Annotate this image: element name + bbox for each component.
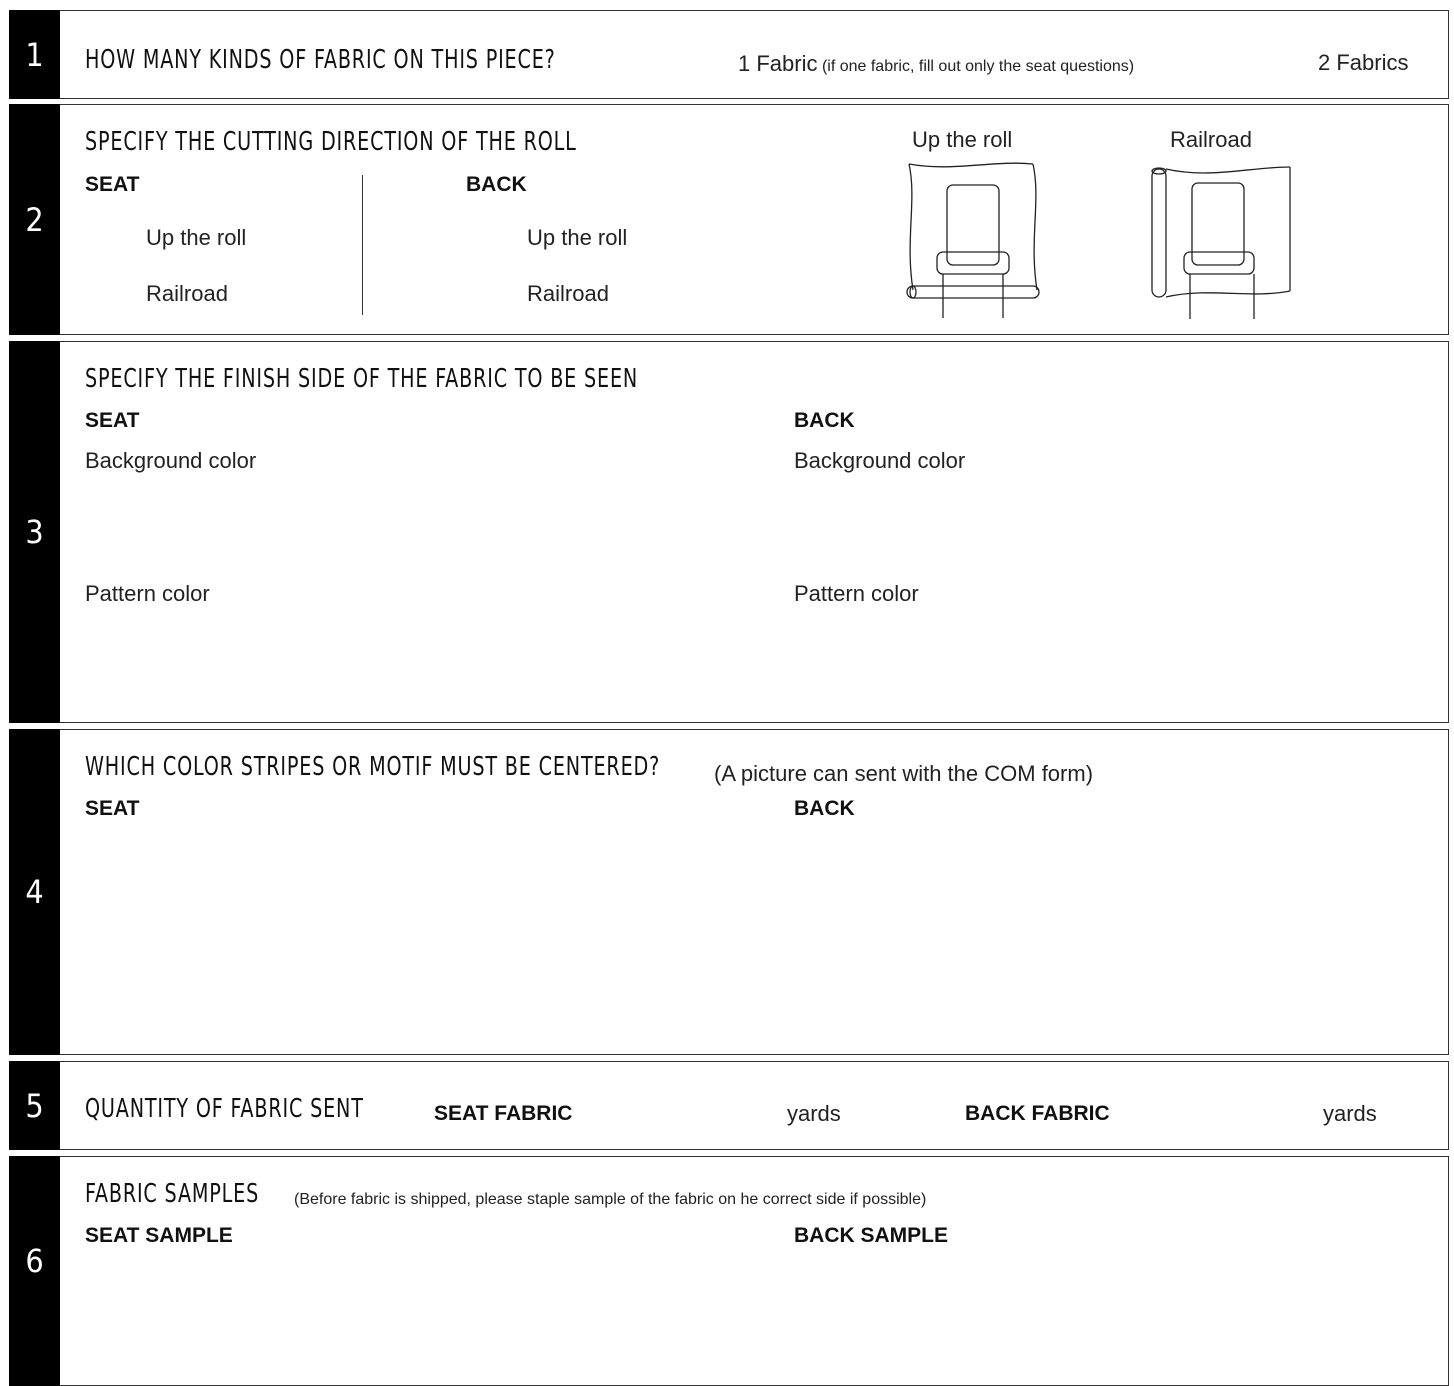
back-label: BACK [466, 173, 527, 196]
section-number: 3 [9, 341, 60, 723]
illustration-label-up-the-roll: Up the roll [912, 127, 1013, 152]
option-one-label: 1 Fabric [738, 51, 818, 76]
back-pattern-color-field[interactable]: Pattern color [794, 581, 919, 607]
heading-note: (Before fabric is shipped, please staple… [294, 1191, 927, 1208]
seat-fabric-unit: yards [787, 1101, 841, 1126]
seat-fabric-quantity-field[interactable] [610, 1098, 780, 1128]
section-heading: SPECIFY THE FINISH SIDE OF THE FABRIC TO… [85, 364, 639, 394]
chair-on-roll-railroad-icon [1151, 166, 1291, 319]
section-centered-motif: 4 WHICH COLOR STRIPES OR MOTIF MUST BE C… [9, 729, 1449, 1055]
illustration-label-railroad: Railroad [1170, 127, 1252, 152]
seat-sample-label: SEAT SAMPLE [85, 1224, 233, 1247]
back-label: BACK [794, 409, 855, 432]
back-option-up-the-roll[interactable]: Up the roll [527, 225, 627, 251]
section-finish-side: 3 SPECIFY THE FINISH SIDE OF THE FABRIC … [9, 341, 1449, 723]
seat-label: SEAT [85, 797, 140, 820]
back-fabric-unit: yards [1323, 1101, 1377, 1126]
section-number: 6 [9, 1156, 60, 1386]
seat-background-color-field[interactable]: Background color [85, 448, 256, 474]
back-sample-label: BACK SAMPLE [794, 1224, 949, 1247]
section-heading: WHICH COLOR STRIPES OR MOTIF MUST BE CEN… [85, 752, 661, 782]
section-number: 5 [9, 1061, 60, 1150]
section-heading: FABRIC SAMPLES [85, 1179, 260, 1209]
heading-note: (A picture can sent with the COM form) [714, 761, 1094, 786]
back-motif-field[interactable] [794, 830, 1434, 1030]
section-cutting-direction: 2 SPECIFY THE CUTTING DIRECTION OF THE R… [9, 104, 1449, 335]
section-fabric-count: 1 HOW MANY KINDS OF FABRIC ON THIS PIECE… [9, 10, 1449, 99]
section-fabric-samples: 6 FABRIC SAMPLES (Before fabric is shipp… [9, 1156, 1449, 1386]
seat-fabric-label: SEAT FABRIC [434, 1102, 573, 1125]
seat-pattern-color-field[interactable]: Pattern color [85, 581, 210, 607]
section-heading: QUANTITY OF FABRIC SENT [85, 1094, 364, 1124]
back-fabric-label: BACK FABRIC [965, 1102, 1110, 1125]
seat-option-up-the-roll[interactable]: Up the roll [146, 225, 246, 251]
option-one-note: (if one fabric, fill out only the seat q… [821, 58, 1135, 75]
back-background-color-field[interactable]: Background color [794, 448, 965, 474]
section-number: 2 [9, 104, 60, 335]
seat-back-divider [362, 175, 363, 315]
section-heading: SPECIFY THE CUTTING DIRECTION OF THE ROL… [85, 127, 577, 157]
option-two-fabrics[interactable]: 2 Fabrics [1318, 50, 1408, 76]
seat-label: SEAT [85, 173, 140, 196]
section-quantity: 5 QUANTITY OF FABRIC SENT SEAT FABRIC ya… [9, 1061, 1449, 1150]
seat-motif-field[interactable] [85, 830, 765, 1030]
section-heading-row: WHICH COLOR STRIPES OR MOTIF MUST BE CEN… [85, 752, 786, 782]
chair-on-roll-up-the-roll-icon [906, 162, 1040, 318]
back-option-railroad[interactable]: Railroad [527, 281, 609, 307]
back-fabric-quantity-field[interactable] [1140, 1098, 1310, 1128]
seat-label: SEAT [85, 409, 140, 432]
section-number: 1 [9, 10, 60, 99]
option-one-fabric[interactable]: 1 Fabric (if one fabric, fill out only t… [738, 51, 1134, 77]
section-heading: HOW MANY KINDS OF FABRIC ON THIS PIECE? [85, 45, 556, 75]
back-label: BACK [794, 797, 855, 820]
seat-option-railroad[interactable]: Railroad [146, 281, 228, 307]
section-number: 4 [9, 729, 60, 1055]
